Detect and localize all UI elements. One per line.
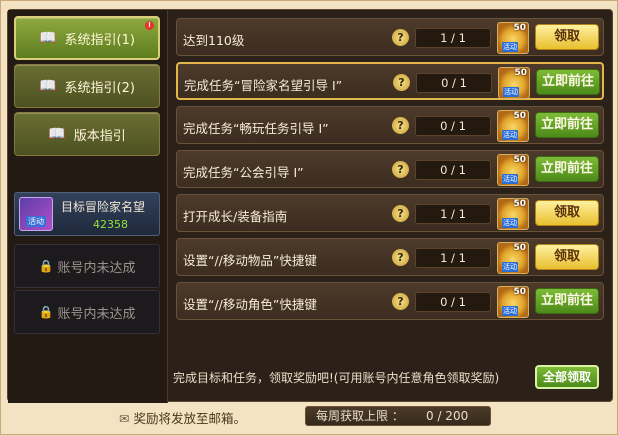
reward-tag: 活动 <box>502 306 518 316</box>
go-now-button[interactable]: 立即前往 <box>535 156 599 182</box>
envelope-icon: ✉ <box>119 411 130 426</box>
reward-coin-icon[interactable]: 50 活动 <box>497 198 529 230</box>
notification-badge: ! <box>145 21 154 30</box>
book-icon: 📖 <box>39 78 57 94</box>
reward-tag: 活动 <box>502 262 518 272</box>
reward-tag: 活动 <box>502 174 518 184</box>
task-row: 设置“//移动物品”快捷键 ? 1 / 1 50 活动 领取 <box>176 238 604 276</box>
fame-gift-icon: 活动 <box>19 197 53 231</box>
reward-tag: 活动 <box>503 87 519 97</box>
claim-button[interactable]: 领取 <box>535 200 599 226</box>
reward-coin-icon[interactable]: 50 活动 <box>497 286 529 318</box>
weekly-limit-value: 0 / 200 <box>426 409 469 423</box>
guide-window: 📖 系统指引(1) ! 📖 系统指引(2) 📖 版本指引 活动 目标冒险家名望 … <box>0 0 618 435</box>
reward-count: 50 <box>513 155 526 165</box>
task-name: 打开成长/装备指南 <box>183 209 288 224</box>
reward-count: 50 <box>514 68 527 78</box>
go-now-button[interactable]: 立即前往 <box>535 288 599 314</box>
weekly-limit: 每周获取上限 ： 0 / 200 <box>305 406 491 426</box>
sidebar-tab-label: 版本指引 <box>73 128 126 144</box>
locked-label: 账号内未达成 <box>57 260 136 276</box>
question-icon[interactable]: ? <box>392 161 409 178</box>
reward-count: 50 <box>513 243 526 253</box>
reward-coin-icon[interactable]: 50 活动 <box>497 110 529 142</box>
question-icon[interactable]: ? <box>392 205 409 222</box>
go-now-button[interactable]: 立即前往 <box>536 69 600 95</box>
target-fame-card[interactable]: 活动 目标冒险家名望 42358 <box>14 192 160 236</box>
target-title: 目标冒险家名望 <box>61 200 146 214</box>
main-panel: 📖 系统指引(1) ! 📖 系统指引(2) 📖 版本指引 活动 目标冒险家名望 … <box>7 9 613 403</box>
lock-icon: 🔒 <box>38 259 54 273</box>
task-name: 完成任务“公会引导 I” <box>183 165 304 180</box>
sidebar-tab-system-guide-2[interactable]: 📖 系统指引(2) <box>14 64 160 108</box>
sidebar-tab-label: 系统指引(1) <box>64 32 135 48</box>
task-progress: 0 / 1 <box>415 116 491 136</box>
mail-notice: ✉ 奖励将发放至邮箱。 <box>119 408 246 427</box>
reward-count: 50 <box>513 111 526 121</box>
sidebar-tab-version-guide[interactable]: 📖 版本指引 <box>14 112 160 156</box>
lock-icon: 🔒 <box>38 305 54 319</box>
reward-tag: 活动 <box>502 42 518 52</box>
reward-count: 50 <box>513 287 526 297</box>
locked-label: 账号内未达成 <box>57 306 136 322</box>
task-progress: 0 / 1 <box>415 292 491 312</box>
sidebar-tab-label: 系统指引(2) <box>64 80 135 96</box>
book-icon: 📖 <box>48 126 66 142</box>
target-value: 42358 <box>93 218 128 231</box>
footer: ✉ 奖励将发放至邮箱。 每周获取上限 ： 0 / 200 <box>1 402 618 436</box>
book-icon: 📖 <box>39 30 57 46</box>
reward-coin-icon[interactable]: 50 活动 <box>497 154 529 186</box>
question-icon[interactable]: ? <box>392 249 409 266</box>
reward-instructions: 完成目标和任务，领取奖励吧!(可用账号内任意角色领取奖励) <box>173 371 500 385</box>
task-row: 达到110级 ? 1 / 1 50 活动 领取 <box>176 18 604 56</box>
claim-button[interactable]: 领取 <box>535 24 599 50</box>
reward-tag: 活动 <box>502 218 518 228</box>
locked-slot-2: 🔒 账号内未达成 <box>14 290 160 334</box>
task-row: 完成任务“畅玩任务引导 I” ? 0 / 1 50 活动 立即前往 <box>176 106 604 144</box>
reward-tag: 活动 <box>502 130 518 140</box>
locked-slot-1: 🔒 账号内未达成 <box>14 244 160 288</box>
go-now-button[interactable]: 立即前往 <box>535 112 599 138</box>
claim-all-button[interactable]: 全部领取 <box>535 365 599 389</box>
task-name: 设置“//移动物品”快捷键 <box>183 253 317 268</box>
reward-coin-icon[interactable]: 50 活动 <box>497 242 529 274</box>
task-row: 打开成长/装备指南 ? 1 / 1 50 活动 领取 <box>176 194 604 232</box>
task-progress: 1 / 1 <box>415 204 491 224</box>
task-row: 完成任务“公会引导 I” ? 0 / 1 50 活动 立即前往 <box>176 150 604 188</box>
question-icon[interactable]: ? <box>393 74 410 91</box>
question-icon[interactable]: ? <box>392 293 409 310</box>
task-progress: 0 / 1 <box>416 73 492 93</box>
event-tag: 活动 <box>26 216 46 227</box>
reward-count: 50 <box>513 23 526 33</box>
question-icon[interactable]: ? <box>392 29 409 46</box>
reward-coin-icon[interactable]: 50 活动 <box>497 22 529 54</box>
question-icon[interactable]: ? <box>392 117 409 134</box>
task-progress: 1 / 1 <box>415 28 491 48</box>
task-progress: 0 / 1 <box>415 160 491 180</box>
weekly-limit-label: 每周获取上限 ： <box>316 409 404 423</box>
mail-notice-text: 奖励将发放至邮箱。 <box>133 411 246 426</box>
task-name: 完成任务“冒险家名望引导 I” <box>184 78 343 93</box>
task-row: 完成任务“冒险家名望引导 I” ? 0 / 1 50 活动 立即前往 <box>176 62 604 100</box>
reward-coin-icon[interactable]: 50 活动 <box>498 67 530 99</box>
task-name: 设置“//移动角色”快捷键 <box>183 297 317 312</box>
task-name: 达到110级 <box>183 33 245 48</box>
task-name: 完成任务“畅玩任务引导 I” <box>183 121 329 136</box>
sidebar: 📖 系统指引(1) ! 📖 系统指引(2) 📖 版本指引 活动 目标冒险家名望 … <box>8 10 168 403</box>
task-progress: 1 / 1 <box>415 248 491 268</box>
reward-count: 50 <box>513 199 526 209</box>
claim-button[interactable]: 领取 <box>535 244 599 270</box>
task-row: 设置“//移动角色”快捷键 ? 0 / 1 50 活动 立即前往 <box>176 282 604 320</box>
sidebar-tab-system-guide-1[interactable]: 📖 系统指引(1) ! <box>14 16 160 60</box>
